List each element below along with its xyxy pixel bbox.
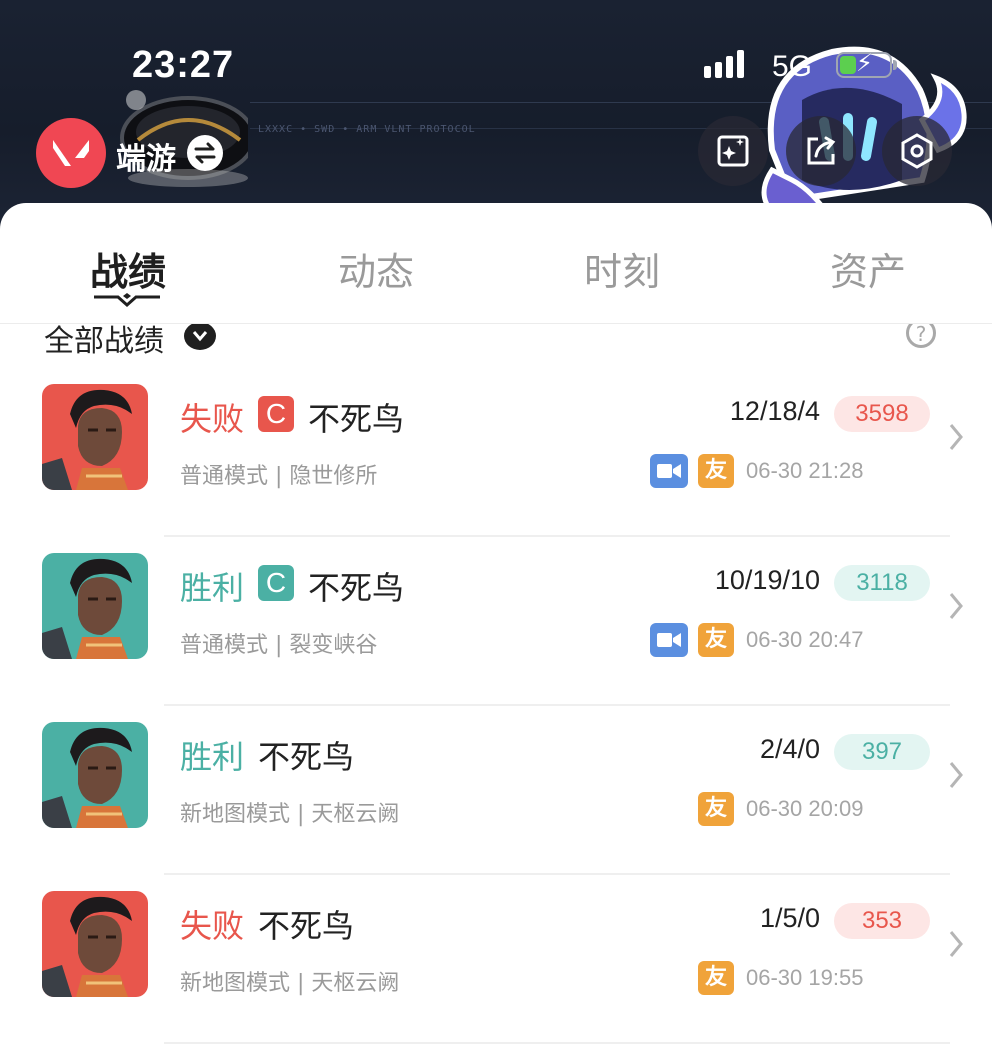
match-list: 失败 C 不死鸟 12/18/4 3598 普通模式 | 隐世修所 友 06-3… (0, 368, 992, 1044)
filter-label[interactable]: 全部战绩 (44, 324, 164, 354)
match-result: 失败 (180, 400, 245, 438)
tab-assets[interactable]: 资产 (788, 241, 948, 296)
mode-map: 新地图模式 | 天枢云阙 (180, 971, 400, 996)
agent-name: 不死鸟 (258, 738, 355, 776)
tab-feed[interactable]: 动态 (296, 241, 456, 296)
friend-badge: 友 (698, 792, 734, 826)
video-icon[interactable] (650, 623, 688, 657)
tab-bar: 战绩 动态 时刻 资产 (0, 203, 992, 324)
network-type: 5G (772, 50, 813, 83)
status-time: 23:27 (132, 44, 235, 86)
settings-icon[interactable] (882, 116, 952, 186)
agent-avatar (42, 722, 148, 828)
grade-badge: C (258, 396, 294, 432)
match-time: 06-30 21:28 (746, 458, 864, 483)
agent-name: 不死鸟 (308, 569, 405, 607)
kda-stat: 12/18/4 (729, 396, 820, 426)
match-result: 胜利 (180, 738, 245, 776)
chevron-right-icon[interactable] (948, 591, 964, 621)
score-badge: 353 (834, 903, 930, 939)
filter-row: 全部战绩 ? (0, 324, 992, 354)
share-card-icon[interactable] (698, 116, 768, 186)
grade-badge: C (258, 565, 294, 601)
friend-badge: 友 (698, 454, 734, 488)
chevron-right-icon[interactable] (948, 422, 964, 452)
mode-map: 普通模式 | 裂变峡谷 (180, 633, 378, 658)
kda-stat: 1/5/0 (759, 903, 820, 933)
kda-stat: 2/4/0 (759, 734, 820, 764)
mode-map: 普通模式 | 隐世修所 (180, 464, 378, 489)
game-name[interactable]: 端游 (116, 134, 176, 178)
friend-badge: 友 (698, 961, 734, 995)
mode-map: 新地图模式 | 天枢云阙 (180, 802, 400, 827)
agent-avatar (42, 553, 148, 659)
friend-badge: 友 (698, 623, 734, 657)
match-row[interactable]: 胜利 C 不死鸟 10/19/10 3118 普通模式 | 裂变峡谷 友 06-… (0, 537, 992, 706)
share-icon[interactable] (786, 116, 856, 186)
match-time: 06-30 19:55 (746, 965, 864, 990)
match-time: 06-30 20:47 (746, 627, 864, 652)
chevron-right-icon[interactable] (948, 760, 964, 790)
score-badge: 397 (834, 734, 930, 770)
match-row[interactable]: 胜利 不死鸟 2/4/0 397 新地图模式 | 天枢云阙 友 06-30 20… (0, 706, 992, 875)
chevron-down-icon[interactable] (184, 324, 216, 350)
tab-record[interactable]: 战绩 (48, 241, 208, 296)
score-badge: 3598 (834, 396, 930, 432)
agent-name: 不死鸟 (258, 907, 355, 945)
match-row[interactable]: 失败 不死鸟 1/5/0 353 新地图模式 | 天枢云阙 友 06-30 19… (0, 875, 992, 1044)
switch-icon[interactable] (187, 135, 223, 171)
agent-avatar (42, 891, 148, 997)
match-result: 失败 (180, 907, 245, 945)
valorant-logo-icon[interactable] (36, 118, 106, 188)
header-protocol-text: LXXXC • SWD • ARM VLNT PROTOCOL (258, 124, 476, 135)
help-icon[interactable]: ? (906, 324, 936, 348)
match-result: 胜利 (180, 569, 245, 607)
tab-moments[interactable]: 时刻 (542, 241, 702, 296)
cellular-signal-icon (704, 50, 744, 78)
kda-stat: 10/19/10 (714, 565, 820, 595)
active-tab-indicator (94, 293, 160, 307)
battery-cap (893, 60, 897, 70)
agent-avatar (42, 384, 148, 490)
score-badge: 3118 (834, 565, 930, 601)
agent-name: 不死鸟 (308, 400, 405, 438)
match-row[interactable]: 失败 C 不死鸟 12/18/4 3598 普通模式 | 隐世修所 友 06-3… (0, 368, 992, 537)
match-time: 06-30 20:09 (746, 796, 864, 821)
content-panel: 战绩 动态 时刻 资产 全部战绩 ? 失败 C 不死鸟 12/18/4 3598… (0, 203, 992, 1044)
chevron-right-icon[interactable] (948, 929, 964, 959)
battery-icon: ⚡ (836, 49, 892, 78)
video-icon[interactable] (650, 454, 688, 488)
